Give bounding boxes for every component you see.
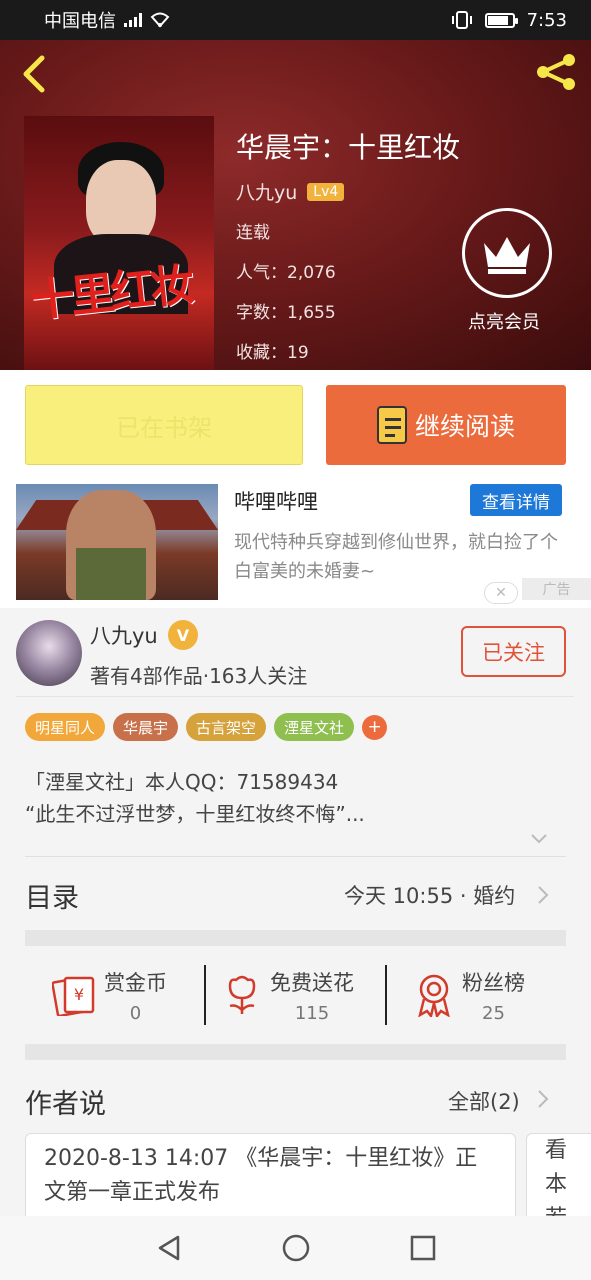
chevron-down-icon[interactable]	[530, 830, 548, 848]
book-header: 十里红妆 华晨宇：十里红妆 八九yu Lv4 连载 人气：2,076 字数：1,…	[0, 40, 591, 370]
ad-image[interactable]	[16, 484, 218, 600]
favorites: 收藏：19	[236, 343, 309, 363]
ad-close-icon[interactable]: ✕	[484, 582, 518, 604]
following-button[interactable]: 已关注	[461, 626, 566, 677]
chevron-right-icon[interactable]	[536, 1088, 550, 1110]
divider	[385, 965, 387, 1025]
system-nav-bar	[0, 1216, 591, 1280]
description-line: 「湮星文社」本人QQ：71589434	[25, 770, 339, 794]
ad-description[interactable]: 现代特种兵穿越到修仙世界，就白捡了个白富美的未婚妻~	[234, 528, 564, 586]
level-badge: Lv4	[307, 182, 345, 201]
section-separator	[25, 1044, 566, 1060]
continue-reading-button[interactable]: 继续阅读	[326, 385, 566, 465]
back-icon[interactable]	[18, 54, 48, 94]
author-post-card[interactable]: 看 本 若	[526, 1133, 591, 1223]
stat-label: 粉丝榜	[462, 970, 525, 995]
verified-badge-icon: V	[168, 620, 198, 650]
add-tag-icon[interactable]: +	[362, 714, 388, 740]
clock: 7:53	[526, 9, 567, 31]
divider	[16, 696, 574, 697]
share-icon[interactable]	[533, 52, 579, 92]
book-title: 华晨宇：十里红妆	[236, 131, 461, 164]
stat-label: 免费送花	[270, 970, 354, 995]
carrier-label: 中国电信	[44, 11, 116, 32]
avatar[interactable]	[16, 620, 82, 686]
description-line: “此生不过浮世梦，十里红妆终不悔”...	[25, 802, 365, 826]
divider	[204, 965, 206, 1025]
tag-item[interactable]: 明星同人	[25, 713, 106, 741]
wifi-icon	[150, 12, 170, 28]
section-separator	[25, 930, 566, 946]
signal-icon	[124, 13, 142, 27]
tag-list: 明星同人 华晨宇 古言架空 湮星文社 +	[25, 713, 388, 741]
stat-value: 0	[129, 1002, 142, 1024]
book-description[interactable]: 「湮星文社」本人QQ：71589434 “此生不过浮世梦，十里红妆终不悔”...	[25, 766, 365, 830]
chevron-right-icon[interactable]	[536, 884, 550, 906]
stat-value: 25	[482, 1002, 505, 1024]
stat-label: 赏金币	[104, 970, 167, 995]
vip-button[interactable]	[462, 208, 552, 298]
tag-item[interactable]: 古言架空	[186, 713, 267, 741]
ad-tag: 广告	[522, 578, 591, 600]
stat-value: 115	[294, 1002, 330, 1024]
popularity: 人气：2,076	[236, 263, 336, 283]
book-icon	[376, 406, 407, 444]
latest-chapter[interactable]: 今天 10:55 · 婚约	[344, 880, 515, 910]
word-count: 字数：1,655	[236, 303, 336, 323]
award-ribbon-icon	[418, 974, 450, 1017]
book-cover[interactable]: 十里红妆	[24, 116, 214, 370]
battery-icon	[484, 12, 518, 28]
author-card-name[interactable]: 八九yu	[90, 620, 158, 650]
tag-item[interactable]: 华晨宇	[113, 713, 179, 741]
author-stats: 著有4部作品·163人关注	[90, 664, 308, 688]
vip-label[interactable]: 点亮会员	[468, 308, 540, 334]
ad-title[interactable]: 哔哩哔哩	[234, 486, 318, 516]
nav-back-icon[interactable]	[156, 1234, 182, 1262]
author-card: 八九yu V 著有4部作品·163人关注 已关注	[0, 608, 591, 698]
fan-ranking-button[interactable]: 粉丝榜 25	[414, 962, 525, 1028]
red-envelope-icon: ¥	[52, 976, 95, 1016]
send-flowers-button[interactable]: 免费送花 115	[222, 962, 354, 1028]
nav-home-icon[interactable]	[282, 1234, 310, 1262]
action-bar: 已在书架 继续阅读	[0, 370, 591, 480]
view-all-link[interactable]: 全部(2)	[448, 1086, 520, 1116]
svg-text:¥: ¥	[74, 985, 84, 1004]
ad-banner[interactable]: 哔哩哔哩 查看详情 现代特种兵穿越到修仙世界，就白捡了个白富美的未婚妻~ ✕ 广…	[0, 480, 591, 608]
author-name[interactable]: 八九yu	[236, 178, 297, 205]
reward-coins-button[interactable]: ¥ 赏金币 0	[52, 962, 167, 1028]
author-post-card[interactable]: 2020-8-13 14:07 《华晨宇：十里红妆》正文第一章正式发布	[25, 1133, 516, 1223]
continue-reading-label: 继续阅读	[414, 412, 515, 441]
vibrate-icon	[451, 11, 472, 29]
crown-icon	[484, 237, 530, 274]
tag-item[interactable]: 湮星文社	[274, 713, 355, 741]
toc-title[interactable]: 目录	[25, 876, 79, 915]
in-shelf-button[interactable]: 已在书架	[25, 385, 303, 465]
flower-icon	[228, 975, 256, 1014]
author-says-title: 作者说	[25, 1089, 106, 1120]
status-bar: 中国电信 7:53	[0, 0, 591, 40]
divider	[25, 856, 566, 857]
nav-recents-icon[interactable]	[410, 1235, 436, 1261]
ad-details-button[interactable]: 查看详情	[470, 484, 562, 516]
serial-status: 连载	[236, 223, 270, 243]
